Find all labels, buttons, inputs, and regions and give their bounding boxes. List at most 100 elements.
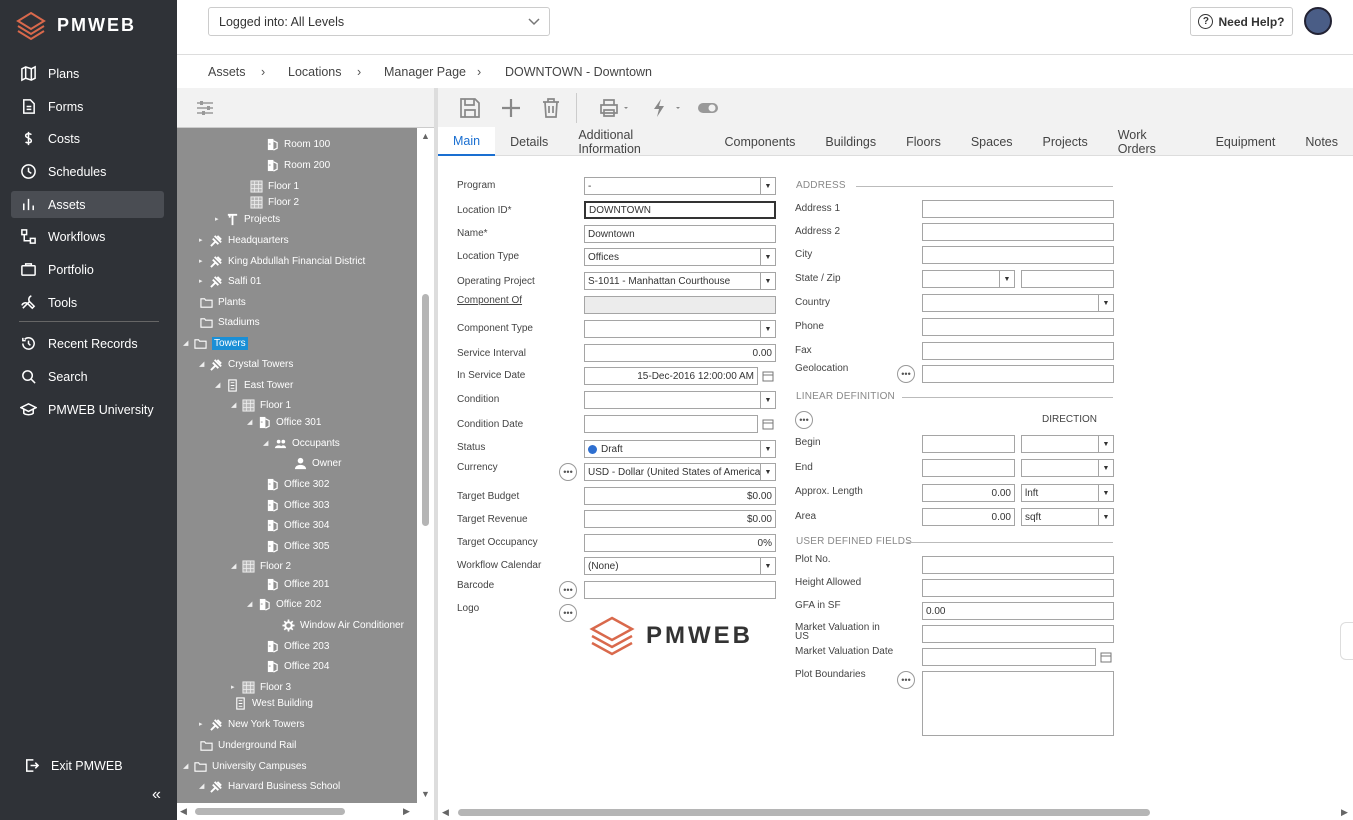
tab-spaces[interactable]: Spaces <box>956 127 1028 156</box>
area-input[interactable]: 0.00 <box>922 508 1015 526</box>
end-input[interactable] <box>922 459 1015 477</box>
tree-node[interactable]: ▸ Salfi 01 <box>199 271 261 291</box>
expand-toggle-icon[interactable]: ◢ <box>183 339 192 347</box>
city-input[interactable] <box>922 246 1114 264</box>
tab-notes[interactable]: Notes <box>1290 127 1353 156</box>
exit-button[interactable]: Exit PMWEB <box>14 752 167 779</box>
tree-node[interactable]: ◢ Floor 2 <box>231 556 291 576</box>
scroll-right-icon[interactable]: ▶ <box>403 806 410 817</box>
gfa-input[interactable]: 0.00 <box>922 602 1114 620</box>
nav-plans[interactable]: Plans <box>11 60 164 87</box>
in-service-date-input[interactable]: 15-Dec-2016 12:00:00 AM <box>584 367 758 385</box>
tree-node[interactable]: Room 200 <box>255 155 330 175</box>
save-icon[interactable] <box>458 96 482 120</box>
expand-toggle-icon[interactable]: ▸ <box>231 683 240 691</box>
state-select[interactable]: ▼ <box>922 270 1015 288</box>
tree-node[interactable]: Office 204 <box>255 656 329 676</box>
length-unit-select[interactable]: lnft ▼ <box>1021 484 1114 502</box>
collapse-sidebar-icon[interactable]: « <box>152 786 161 804</box>
address2-input[interactable] <box>922 223 1114 241</box>
nav-portfolio[interactable]: Portfolio <box>11 256 164 283</box>
operating-project-select[interactable]: S-1011 - Manhattan Courthouse ▼ <box>584 272 776 290</box>
tree-node[interactable]: ◢ Towers <box>183 333 248 353</box>
calendar-icon[interactable] <box>762 370 774 382</box>
more-options-icon[interactable]: ••• <box>559 581 577 599</box>
tree-node[interactable]: ◢ East Tower <box>215 375 293 395</box>
country-select[interactable]: ▼ <box>922 294 1114 312</box>
nav-tools[interactable]: Tools <box>11 289 164 316</box>
location-id-input[interactable]: DOWNTOWN <box>584 201 776 219</box>
tree-node[interactable]: Office 203 <box>255 636 329 656</box>
tree-node[interactable]: ◢ Office 202 <box>247 594 321 614</box>
expand-toggle-icon[interactable]: ▸ <box>215 215 224 223</box>
tab-floors[interactable]: Floors <box>891 127 956 156</box>
tree-node[interactable]: West Building <box>223 693 313 713</box>
tree-node[interactable]: Window Air Conditioner <box>271 615 404 635</box>
more-options-icon[interactable]: ••• <box>559 463 577 481</box>
tree-node[interactable]: ▸ Headquarters <box>199 230 289 250</box>
need-help-button[interactable]: ? Need Help? <box>1190 7 1293 36</box>
calendar-icon[interactable] <box>1100 651 1112 663</box>
fax-input[interactable] <box>922 342 1114 360</box>
target-budget-input[interactable]: $0.00 <box>584 487 776 505</box>
tree-node[interactable]: Underground Rail <box>189 735 296 755</box>
expand-toggle-icon[interactable]: ◢ <box>231 562 240 570</box>
expand-toggle-icon[interactable]: ◢ <box>215 381 224 389</box>
geolocation-input[interactable] <box>922 365 1114 383</box>
market-valuation-date-input[interactable] <box>922 648 1096 666</box>
expand-toggle-icon[interactable]: ▸ <box>199 720 208 728</box>
tab-equipment[interactable]: Equipment <box>1201 127 1291 156</box>
more-options-icon[interactable]: ••• <box>559 604 577 622</box>
tree-node[interactable]: ▸ Projects <box>215 209 280 229</box>
expand-toggle-icon[interactable]: ▸ <box>199 257 208 265</box>
scroll-right-icon[interactable]: ▶ <box>1341 807 1348 818</box>
tree-node[interactable]: Office 304 <box>255 515 329 535</box>
service-interval-input[interactable]: 0.00 <box>584 344 776 362</box>
more-options-icon[interactable]: ••• <box>795 411 813 429</box>
nav-search[interactable]: Search <box>11 363 164 390</box>
scroll-up-icon[interactable]: ▲ <box>421 131 430 141</box>
expand-toggle-icon[interactable]: ▸ <box>199 277 208 285</box>
tree-node[interactable]: ◢ Occupants <box>263 433 340 453</box>
nav-recent-records[interactable]: Recent Records <box>11 330 164 357</box>
tree-node[interactable]: Office 201 <box>255 574 329 594</box>
plot-boundaries-textarea[interactable] <box>922 671 1114 736</box>
expand-toggle-icon[interactable]: ◢ <box>183 762 192 770</box>
scroll-left-icon[interactable]: ◀ <box>180 806 187 817</box>
expand-toggle-icon[interactable]: ◢ <box>247 418 256 426</box>
scroll-thumb[interactable] <box>195 808 345 815</box>
tab-projects[interactable]: Projects <box>1028 127 1103 156</box>
currency-select[interactable]: USD - Dollar (United States of America ▼ <box>584 463 776 481</box>
filter-sliders-icon[interactable] <box>195 98 215 118</box>
tab-buildings[interactable]: Buildings <box>810 127 891 156</box>
tree-node[interactable]: Office 303 <box>255 495 329 515</box>
scroll-thumb[interactable] <box>458 809 1150 816</box>
tree-node[interactable]: ◢ Office 301 <box>247 412 321 432</box>
expand-toggle-icon[interactable]: ◢ <box>199 360 208 368</box>
tree-vertical-scrollbar[interactable]: ▲ ▼ <box>417 128 434 803</box>
component-type-select[interactable]: ▼ <box>584 320 776 338</box>
more-options-icon[interactable]: ••• <box>897 365 915 383</box>
side-panel-toggle[interactable] <box>1340 622 1353 660</box>
actions-lightning-icon[interactable] <box>648 96 682 120</box>
tree-horizontal-scrollbar[interactable]: ◀ ▶ <box>177 803 434 820</box>
tree-node[interactable]: Plants <box>189 292 246 312</box>
expand-toggle-icon[interactable]: ◢ <box>247 600 256 608</box>
nav-workflows[interactable]: Workflows <box>11 223 164 250</box>
add-icon[interactable] <box>499 96 523 120</box>
component-of-link[interactable]: Component Of <box>457 295 522 306</box>
tree-node[interactable]: Owner <box>283 453 341 473</box>
tree-node[interactable]: Office 302 <box>255 474 329 494</box>
approx-length-input[interactable]: 0.00 <box>922 484 1015 502</box>
tree-node[interactable]: Room 100 <box>255 134 330 154</box>
tree-node[interactable]: ◢ University Campuses <box>183 756 306 776</box>
nav-costs[interactable]: Costs <box>11 125 164 152</box>
target-occupancy-input[interactable]: 0% <box>584 534 776 552</box>
nav-university[interactable]: PMWEB University <box>11 396 164 423</box>
barcode-input[interactable] <box>584 581 776 599</box>
more-options-icon[interactable]: ••• <box>897 671 915 689</box>
expand-toggle-icon[interactable]: ▸ <box>199 236 208 244</box>
avatar[interactable] <box>1304 7 1332 35</box>
market-valuation-input[interactable] <box>922 625 1114 643</box>
zip-input[interactable] <box>1021 270 1114 288</box>
